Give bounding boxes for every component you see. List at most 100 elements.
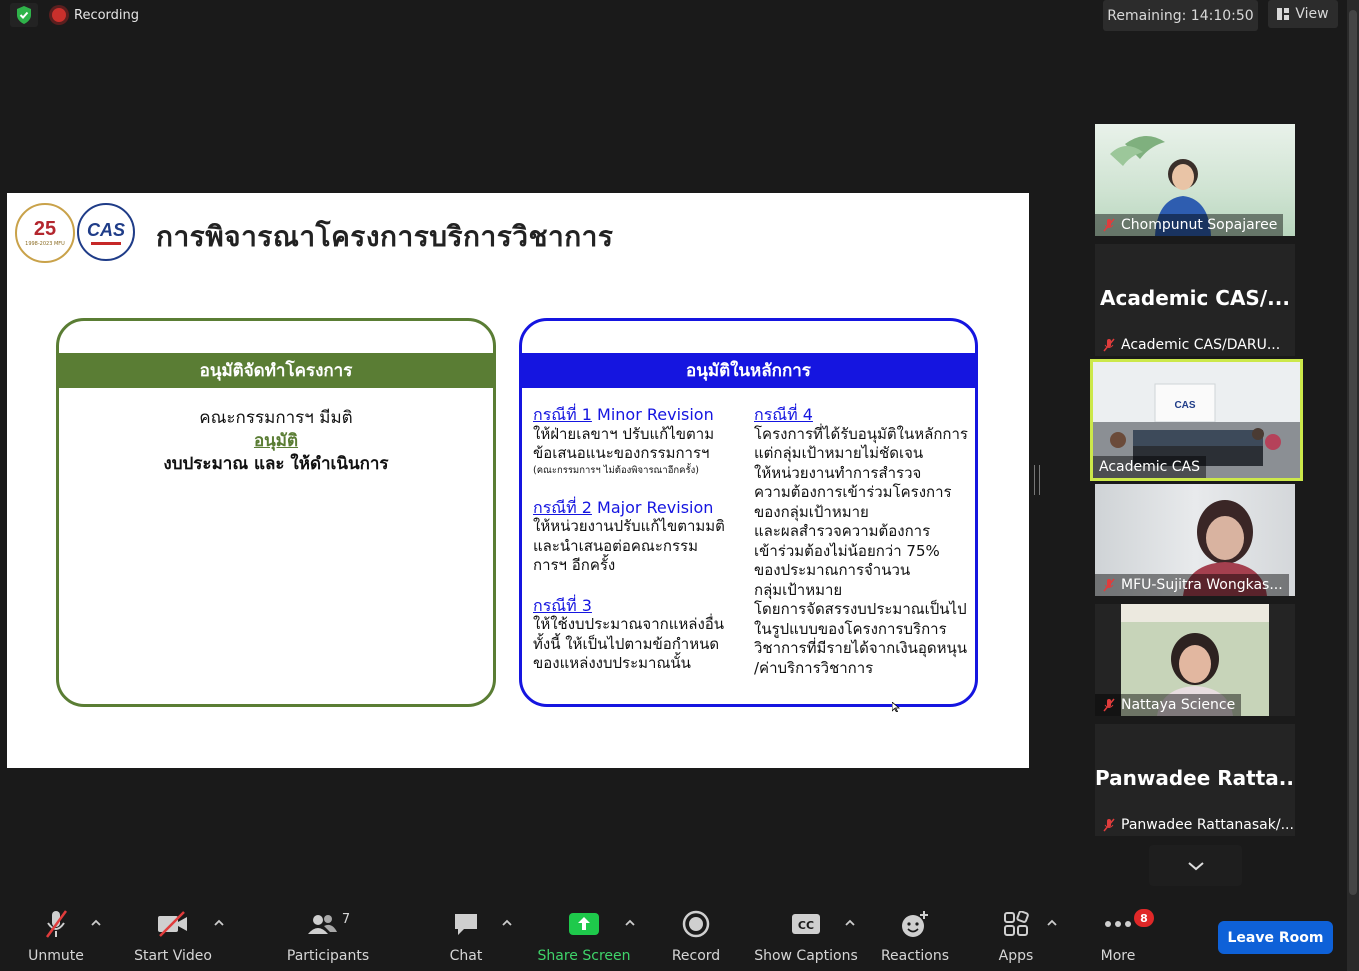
- logo-25-text: 25: [33, 218, 57, 240]
- participant-tile[interactable]: Panwadee Ratta... Panwadee Rattanasak/..…: [1095, 724, 1295, 836]
- participant-name-bar: MFU-Sujitra Wongkas...: [1095, 574, 1289, 596]
- apps-label: Apps: [998, 948, 1034, 964]
- participants-icon: [307, 915, 337, 934]
- shared-screen-slide: 25 1998-2023 MFU CAS การพิจารณาโครงการบร…: [7, 193, 1029, 768]
- committee-resolution-text: คณะกรรมการฯ มีมติ: [199, 408, 353, 428]
- show-captions-button[interactable]: CC Show Captions: [754, 907, 858, 964]
- participants-label: Participants: [286, 948, 370, 964]
- case4-line: ให้หน่วยงานทำการสำรวจ: [754, 463, 922, 482]
- video-options-caret-icon[interactable]: [213, 918, 225, 928]
- apps-button[interactable]: Apps: [994, 907, 1038, 964]
- case2-heading: กรณีที่ 2 Major Revision: [533, 498, 748, 518]
- mfu-25-logo: 25 1998-2023 MFU: [15, 203, 75, 263]
- unmute-button[interactable]: Unmute: [22, 907, 90, 964]
- show-captions-label: Show Captions: [754, 948, 858, 964]
- mic-muted-icon: [1103, 698, 1115, 712]
- case1-heading: กรณีที่ 1 Minor Revision: [533, 405, 748, 425]
- case2-line: และนำเสนอต่อคณะกรรม: [533, 536, 698, 555]
- captions-options-caret-icon[interactable]: [844, 918, 856, 928]
- case4-line: ของกลุ่มเป้าหมาย: [754, 502, 869, 521]
- reactions-label: Reactions: [880, 948, 950, 964]
- case4-line: เข้าร่วมต้องไม่น้อยกว่า 75%: [754, 541, 940, 560]
- participant-name-bar: Nattaya Science: [1095, 694, 1242, 716]
- scrollbar-thumb[interactable]: [1349, 10, 1357, 895]
- view-button[interactable]: View: [1268, 0, 1338, 28]
- reactions-button[interactable]: Reactions: [880, 907, 950, 964]
- cas-logo: CAS: [77, 203, 135, 261]
- closed-captions-icon: CC: [792, 914, 820, 934]
- case1-line: ให้ฝ่ายเลขาฯ ปรับแก้ไขตาม: [533, 424, 715, 443]
- more-label: More: [1100, 948, 1136, 964]
- participant-name: MFU-Sujitra Wongkas...: [1121, 577, 1283, 593]
- approve-in-principle-header: อนุมัติในหลักการ: [522, 353, 975, 388]
- participant-tile[interactable]: Academic CAS/... Academic CAS/DARU...: [1095, 244, 1295, 356]
- apps-options-caret-icon[interactable]: [1046, 918, 1058, 928]
- svg-text:CAS: CAS: [1174, 400, 1195, 411]
- case4-line: กลุ่มเป้าหมาย: [754, 580, 843, 599]
- case2-label: กรณีที่ 2: [533, 497, 592, 517]
- chat-label: Chat: [449, 948, 483, 964]
- case4-line: ของประมาณการจำนวน: [754, 561, 911, 579]
- participant-tile[interactable]: Chompunut Sopajaree: [1095, 124, 1295, 236]
- start-video-button[interactable]: Start Video: [133, 907, 213, 964]
- record-label: Record: [671, 948, 721, 964]
- microphone-muted-icon: [45, 910, 68, 938]
- mouse-cursor-icon: [892, 702, 900, 712]
- cas-logo-underline: [91, 241, 121, 245]
- case4-line: ความต้องการเข้าร่วมโครงการ: [754, 483, 952, 501]
- participant-tile[interactable]: Nattaya Science: [1095, 604, 1295, 716]
- chat-options-caret-icon[interactable]: [501, 918, 513, 928]
- start-video-label: Start Video: [134, 948, 212, 964]
- share-screen-icon: [569, 913, 599, 935]
- share-screen-label: Share Screen: [537, 948, 631, 964]
- participant-tile-active-speaker[interactable]: CAS Academic CAS: [1090, 359, 1303, 481]
- unmute-label: Unmute: [28, 948, 84, 964]
- approve-project-body: คณะกรรมการฯ มีมติ อนุมัติ งบประมาณ และ ใ…: [59, 407, 493, 476]
- case4-heading: กรณีที่ 4: [754, 405, 974, 425]
- cases-1-3-column: กรณีที่ 1 Minor Revision ให้ฝ่ายเลขาฯ ปร…: [533, 405, 748, 674]
- case4-label: กรณีที่ 4: [754, 405, 813, 424]
- video-camera-off-icon: [158, 911, 187, 937]
- participant-display-name: Academic CAS/...: [1100, 286, 1290, 310]
- participant-name-bar: Academic CAS/DARU...: [1095, 334, 1286, 356]
- participant-display-name: Panwadee Ratta...: [1095, 766, 1295, 790]
- cas-logo-text: CAS: [86, 219, 125, 240]
- case4-line: วิชาการที่มีรายได้จากเงินอุดหนุน: [754, 639, 968, 657]
- case3-line: ทั้งนี้ ให้เป็นไปตามข้อกำหนด: [533, 634, 720, 653]
- case3-line: ของแหล่งงบประมาณนั้น: [533, 654, 691, 672]
- recording-label: Recording: [74, 7, 140, 23]
- security-shield-icon[interactable]: [10, 3, 38, 27]
- recording-indicator[interactable]: Recording: [52, 4, 139, 26]
- chat-bubble-icon: [455, 914, 477, 935]
- participant-name: Nattaya Science: [1121, 697, 1236, 713]
- case2-line: ให้หน่วยงานปรับแก้ไขตามมติ: [533, 517, 725, 535]
- case4-line: โครงการที่ได้รับอนุมัติในหลักการ: [754, 424, 968, 443]
- case3-label: กรณีที่ 3: [533, 595, 592, 615]
- participants-button[interactable]: 7 Participants: [283, 907, 373, 965]
- case1-note: (คณะกรรมการฯ ไม่ต้องพิจารณาอีกครั้ง): [533, 464, 699, 476]
- case1-line: ข้อเสนอแนะของกรรมการฯ: [533, 444, 710, 462]
- participant-tile[interactable]: MFU-Sujitra Wongkas...: [1095, 484, 1295, 596]
- leave-room-button[interactable]: Leave Room: [1218, 921, 1333, 954]
- recording-dot-icon: [52, 8, 66, 22]
- approve-project-box: อนุมัติจัดทำโครงการ คณะกรรมการฯ มีมติ อน…: [56, 318, 496, 707]
- panel-resize-handle[interactable]: [1034, 465, 1040, 495]
- reaction-emoji-icon: [902, 911, 928, 937]
- audio-options-caret-icon[interactable]: [90, 918, 102, 928]
- budget-text: งบประมาณ และ ให้ดำเนินการ: [163, 454, 389, 474]
- record-button[interactable]: Record: [669, 907, 723, 964]
- approve-text: อนุมัติ: [253, 431, 299, 451]
- participant-name: Academic CAS: [1099, 459, 1201, 475]
- case-4-column: กรณีที่ 4 โครงการที่ได้รับอนุมัติในหลักก…: [754, 405, 974, 678]
- svg-text:CC: CC: [798, 919, 814, 932]
- share-options-caret-icon[interactable]: [624, 918, 636, 928]
- view-label: View: [1295, 6, 1329, 22]
- more-dots-icon: [1105, 921, 1131, 927]
- chat-button[interactable]: Chat: [440, 907, 492, 964]
- logo-25-subtext: 1998-2023 MFU: [25, 241, 65, 247]
- remaining-time: Remaining: 14:10:50: [1103, 0, 1258, 31]
- mic-muted-icon: [1103, 338, 1115, 352]
- share-screen-button[interactable]: Share Screen: [537, 907, 631, 964]
- next-page-button[interactable]: [1149, 845, 1242, 886]
- participant-name: Panwadee Rattanasak/...: [1121, 817, 1294, 833]
